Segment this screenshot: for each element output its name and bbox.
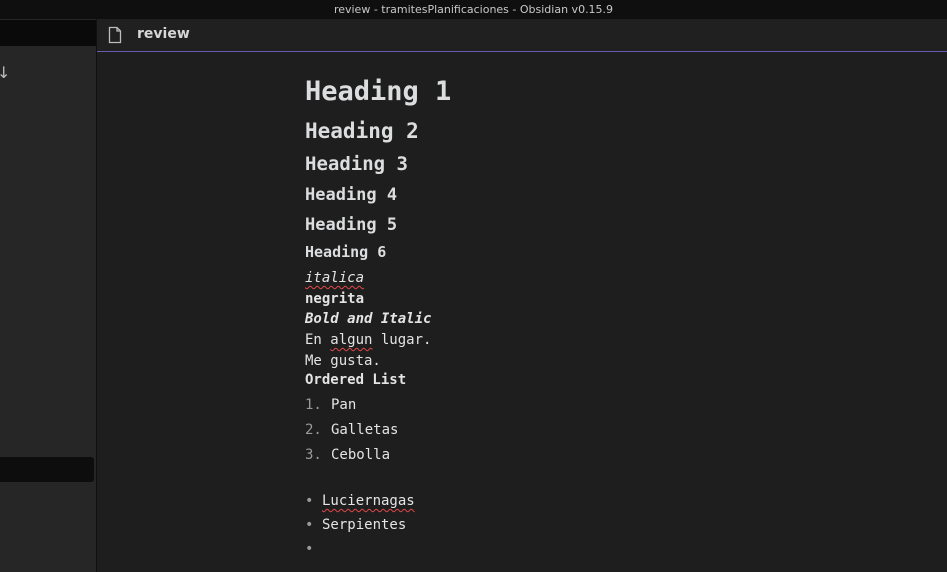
ordered-list-item[interactable]: 1. Pan xyxy=(305,397,356,413)
ordered-list-label[interactable]: Ordered List xyxy=(305,372,406,388)
sort-icon[interactable]: ↓ xyxy=(0,63,10,82)
bullet-list-item[interactable]: • Luciernagas xyxy=(305,493,415,509)
list-number: 1. xyxy=(305,397,322,413)
sidebar-header xyxy=(0,20,96,46)
paragraph-1-suffix: lugar. xyxy=(372,332,432,348)
obsidian-window: review - tramitesPlanificaciones - Obsid… xyxy=(0,0,947,572)
bullet-list-item[interactable]: • Serpientes xyxy=(305,517,406,533)
ordered-list-item[interactable]: 2. Galletas xyxy=(305,422,398,438)
ordered-list-item[interactable]: 3. Cebolla xyxy=(305,447,390,463)
bold-text[interactable]: negrita xyxy=(305,291,364,307)
sidebar-selected-item[interactable] xyxy=(0,457,94,482)
italic-text[interactable]: italica xyxy=(305,270,364,286)
window-title: review - tramitesPlanificaciones - Obsid… xyxy=(0,0,947,19)
misspelled-word: algun xyxy=(330,332,373,348)
italic-text-value: italica xyxy=(305,270,365,286)
paragraph-1-prefix: En xyxy=(305,332,331,348)
bullet-icon: • xyxy=(305,517,314,533)
list-number: 2. xyxy=(305,422,322,438)
list-number: 3. xyxy=(305,447,322,463)
left-sidebar: ↓ xyxy=(0,19,97,572)
heading-5[interactable]: Heading 5 xyxy=(305,215,397,235)
bullet-list-item[interactable]: • xyxy=(305,541,322,557)
list-item-text: Galletas xyxy=(331,422,399,438)
heading-6[interactable]: Heading 6 xyxy=(305,243,386,261)
list-item-text: Luciernagas xyxy=(322,493,415,509)
paragraph-2[interactable]: Me gusta. xyxy=(305,353,381,369)
heading-2[interactable]: Heading 2 xyxy=(305,119,419,143)
list-item-text: Pan xyxy=(331,397,357,413)
heading-3[interactable]: Heading 3 xyxy=(305,153,408,175)
heading-1[interactable]: Heading 1 xyxy=(305,76,451,107)
list-item-text: Serpientes xyxy=(322,517,407,533)
heading-4[interactable]: Heading 4 xyxy=(305,185,397,205)
file-icon[interactable] xyxy=(106,26,124,44)
bullet-icon: • xyxy=(305,493,314,509)
paragraph-1[interactable]: En algun lugar. xyxy=(305,332,431,348)
bullet-icon: • xyxy=(305,541,314,557)
bold-italic-text[interactable]: Bold and Italic xyxy=(305,311,431,327)
editor-pane[interactable]: Heading 1 Heading 2 Heading 3 Heading 4 … xyxy=(97,52,947,572)
note-title[interactable]: review xyxy=(137,26,190,42)
list-item-text: Cebolla xyxy=(331,447,391,463)
view-header: review xyxy=(97,19,947,52)
